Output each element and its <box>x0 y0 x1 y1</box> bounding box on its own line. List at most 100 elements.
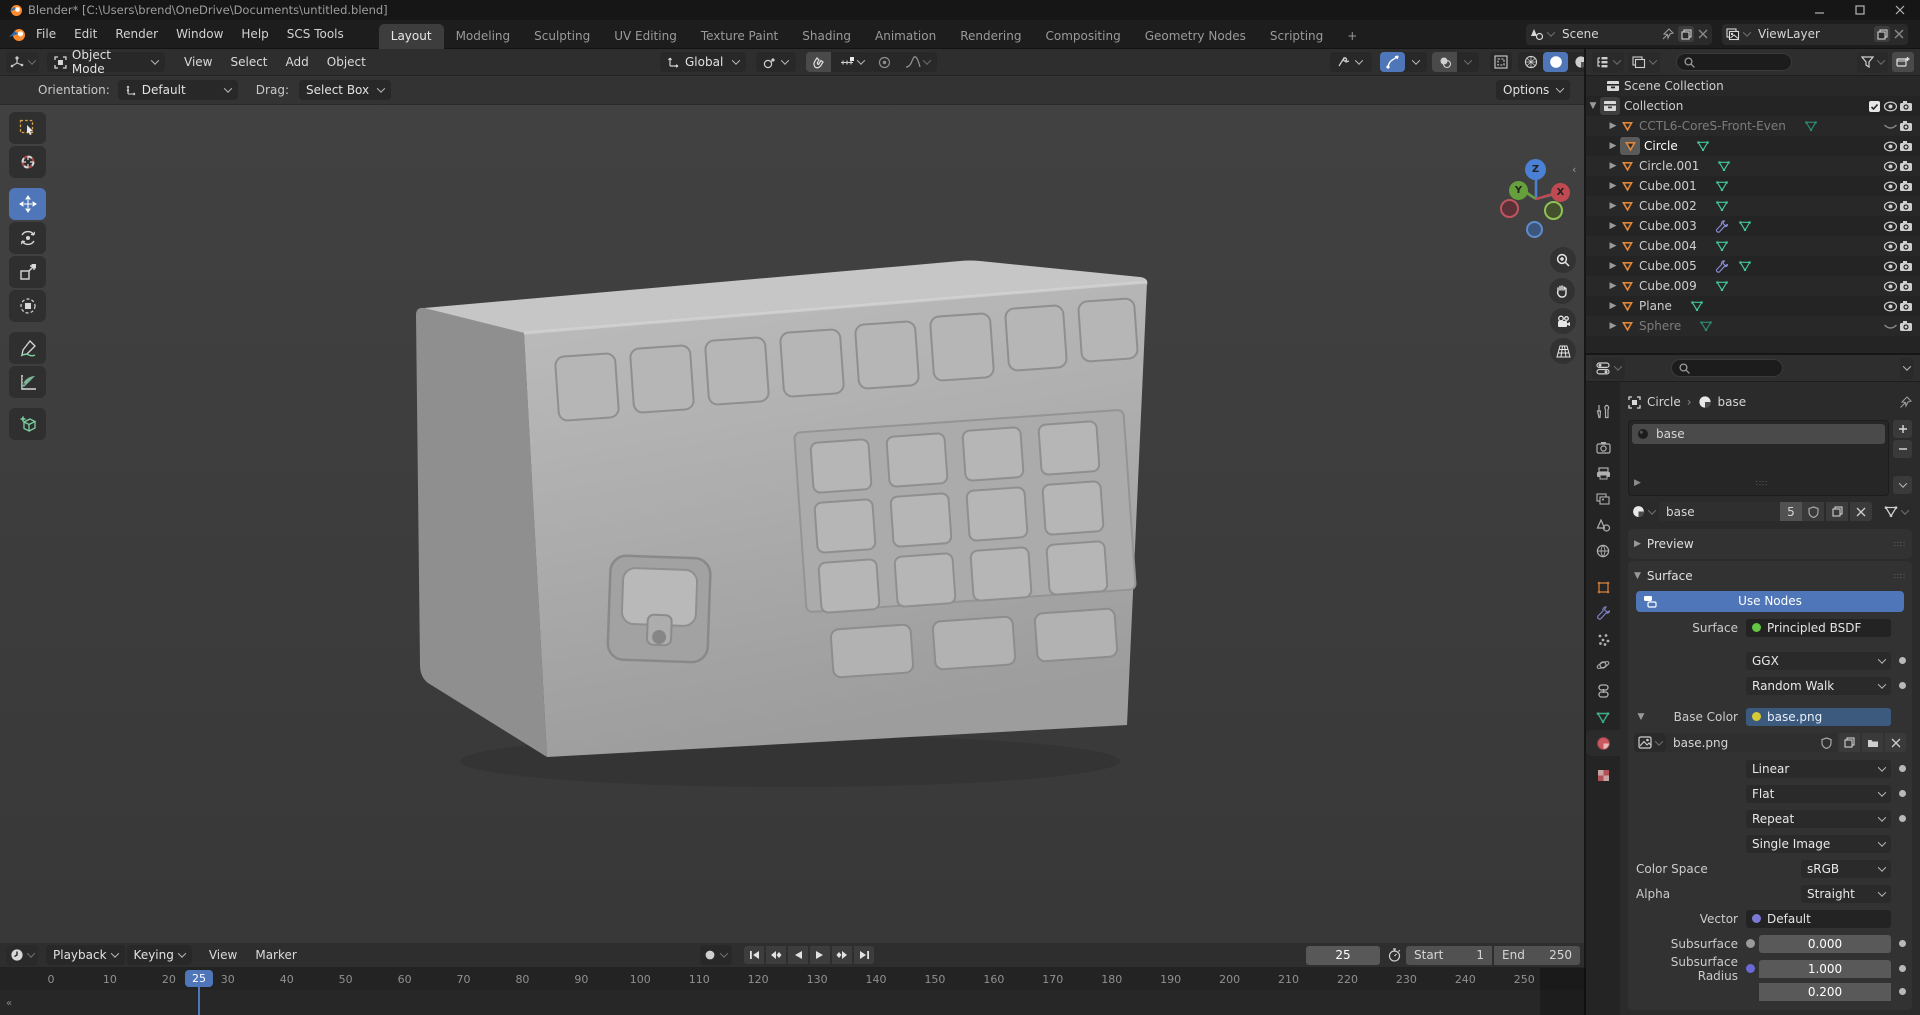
jump-to-start-button[interactable] <box>744 946 764 964</box>
alpha-dropdown[interactable]: Straight <box>1801 885 1891 903</box>
material-nodes-dropdown[interactable] <box>1880 502 1912 521</box>
tool-measure-button[interactable] <box>9 366 46 398</box>
expand-arrow-icon[interactable]: ▶ <box>1606 281 1620 291</box>
object-menu[interactable]: Object <box>318 55 375 69</box>
menu-scs-tools[interactable]: SCS Tools <box>278 23 353 45</box>
copy-material-button[interactable] <box>1826 502 1848 521</box>
tab-output[interactable] <box>1586 460 1620 486</box>
outliner-item-Sphere[interactable]: ▶Sphere <box>1586 316 1920 336</box>
minimize-button[interactable] <box>1800 0 1840 20</box>
breadcrumb-material[interactable]: base <box>1718 395 1747 409</box>
disable-render-toggle[interactable] <box>1898 158 1914 174</box>
menu-window[interactable]: Window <box>167 23 232 45</box>
collapse-arrow-icon[interactable]: ▼ <box>1586 101 1600 111</box>
gizmos-toggle[interactable] <box>1380 52 1405 72</box>
expand-arrow-icon[interactable]: ▶ <box>1606 161 1620 171</box>
outliner-display-mode[interactable] <box>1628 52 1660 73</box>
base-color-field[interactable]: base.png <box>1746 708 1891 726</box>
slot-grip[interactable]: ∷∷ <box>1756 479 1768 488</box>
properties-editor-type[interactable] <box>1592 358 1625 379</box>
show-gizmo-dropdown[interactable] <box>1330 52 1372 72</box>
sss-method-dropdown[interactable]: Random Walk <box>1746 677 1891 695</box>
new-collection-button[interactable] <box>1892 52 1914 72</box>
tool-add-primitive-button[interactable] <box>9 408 46 440</box>
timeline-collapse-icon[interactable]: « <box>6 998 12 1009</box>
axis-x-positive[interactable]: X <box>1551 183 1570 202</box>
slot-item-active[interactable]: base <box>1632 424 1885 444</box>
add-menu[interactable]: Add <box>277 55 318 69</box>
properties-search-input[interactable] <box>1671 359 1783 377</box>
slot-specials-dropdown[interactable] <box>1893 476 1912 494</box>
outliner-editor-type[interactable] <box>1592 52 1624 73</box>
collection-checkbox[interactable] <box>1866 98 1882 114</box>
hide-toggle[interactable] <box>1882 238 1898 254</box>
tab-physics[interactable] <box>1586 652 1620 678</box>
playhead-line[interactable] <box>198 986 200 1015</box>
xray-toggle[interactable] <box>1490 52 1512 72</box>
preview-panel[interactable]: ▶ Preview ∷∷ <box>1628 529 1912 559</box>
tab-particles[interactable] <box>1586 626 1620 652</box>
axis-y-negative[interactable] <box>1544 201 1563 220</box>
axis-x-negative[interactable] <box>1500 199 1519 218</box>
playhead-label[interactable]: 25 <box>185 970 213 987</box>
transform-orientation-dropdown[interactable]: Global <box>660 52 746 72</box>
animate-dot[interactable] <box>1899 940 1906 947</box>
tab-texture-paint[interactable]: Texture Paint <box>689 24 790 49</box>
tab-uv-editing[interactable]: UV Editing <box>602 24 689 49</box>
disable-render-toggle[interactable] <box>1898 138 1914 154</box>
animate-dot[interactable] <box>1899 965 1906 972</box>
menu-render[interactable]: Render <box>106 23 167 45</box>
hide-toggle[interactable] <box>1882 318 1898 334</box>
mode-dropdown[interactable]: Object Mode <box>47 52 165 72</box>
use-preview-range-toggle[interactable] <box>1386 947 1402 963</box>
hide-toggle[interactable] <box>1882 138 1898 154</box>
shading-wireframe-toggle[interactable] <box>1518 52 1543 72</box>
menu-file[interactable]: File <box>27 23 65 45</box>
axis-y-positive[interactable]: Y <box>1509 181 1528 200</box>
pin-icon[interactable] <box>1662 28 1674 40</box>
disable-render-toggle[interactable] <box>1898 218 1914 234</box>
zoom-view-button[interactable] <box>1550 247 1576 273</box>
animate-dot[interactable] <box>1899 988 1906 995</box>
tool-orientation-dropdown[interactable]: Default <box>118 80 238 100</box>
pan-view-button[interactable] <box>1549 278 1575 304</box>
disable-render-toggle[interactable] <box>1898 118 1914 134</box>
material-browse-dropdown[interactable] <box>1628 502 1659 521</box>
collection-render-icon[interactable] <box>1898 98 1914 114</box>
tab-compositing[interactable]: Compositing <box>1033 24 1132 49</box>
hide-toggle[interactable] <box>1882 178 1898 194</box>
outliner-item-Cube.009[interactable]: ▶Cube.009 <box>1586 276 1920 296</box>
outliner-item-Cube.004[interactable]: ▶Cube.004 <box>1586 236 1920 256</box>
slot-add-button[interactable] <box>1893 420 1912 438</box>
tab-object[interactable] <box>1586 574 1620 600</box>
view-menu[interactable]: View <box>175 55 221 69</box>
vector-field[interactable]: Default <box>1746 910 1891 928</box>
expand-arrow-icon[interactable]: ▶ <box>1606 201 1620 211</box>
tool-cursor-button[interactable] <box>9 146 46 178</box>
tab-modeling[interactable]: Modeling <box>444 24 523 49</box>
end-frame-field[interactable]: End250 <box>1494 946 1580 965</box>
timeline-editor-type[interactable] <box>6 945 38 966</box>
expand-arrow-icon[interactable]: ▶ <box>1606 261 1620 271</box>
gizmos-dropdown[interactable] <box>1405 52 1427 72</box>
blender-menu-logo-icon[interactable] <box>8 27 27 42</box>
tab-geometry-nodes[interactable]: Geometry Nodes <box>1133 24 1258 49</box>
snap-toggle[interactable] <box>806 52 831 72</box>
tab-render[interactable] <box>1586 434 1620 460</box>
playback-dropdown[interactable]: Playback <box>46 945 125 965</box>
outliner-filter-dropdown[interactable] <box>1857 52 1888 73</box>
use-nodes-button[interactable]: Use Nodes <box>1636 591 1904 612</box>
start-frame-field[interactable]: Start1 <box>1406 946 1492 965</box>
new-scene-button[interactable] <box>1678 26 1694 42</box>
keying-dropdown[interactable]: Keying <box>127 945 192 965</box>
subsurface-radius-y-slider[interactable]: 0.200 <box>1759 983 1891 1001</box>
disable-render-toggle[interactable] <box>1898 318 1914 334</box>
current-frame-field[interactable]: 25 <box>1306 946 1380 965</box>
outliner-search-input[interactable] <box>1676 53 1792 71</box>
tab-shading[interactable]: Shading <box>790 24 863 49</box>
breadcrumb-object[interactable]: Circle <box>1647 395 1681 409</box>
expand-arrow-icon[interactable]: ▶ <box>1606 221 1620 231</box>
unlink-material-button[interactable] <box>1850 502 1872 521</box>
source-dropdown[interactable]: Single Image <box>1746 835 1891 853</box>
material-users-count[interactable]: 5 <box>1780 502 1802 521</box>
